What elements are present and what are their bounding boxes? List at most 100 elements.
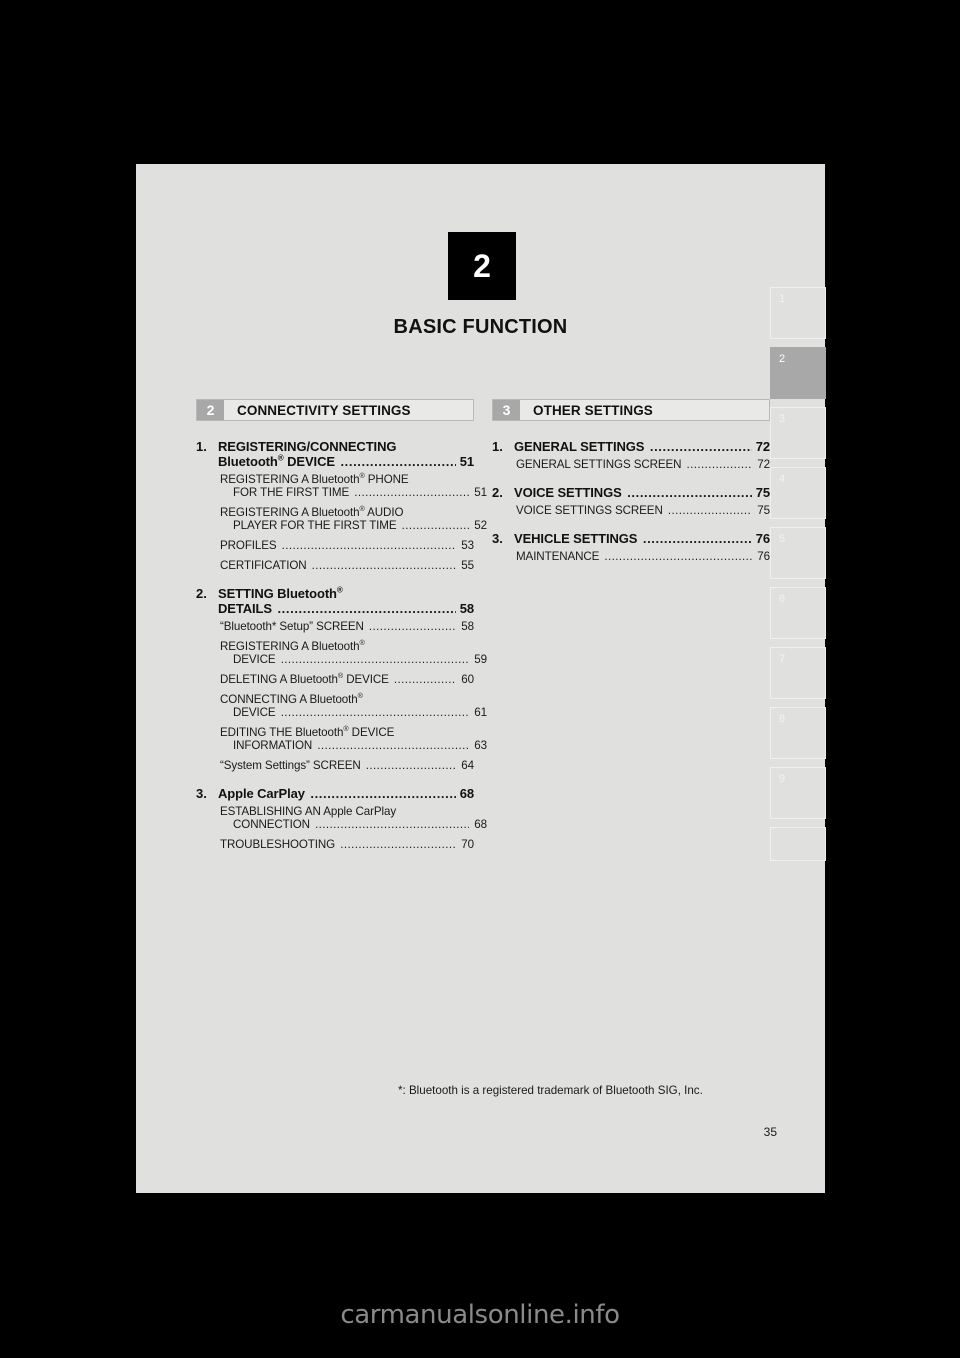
toc-section-number: 2 — [197, 400, 224, 420]
toc-leader-row: DEVICE .................................… — [220, 653, 487, 666]
toc-entry-index: 1. — [196, 439, 207, 454]
toc-entry-text-line: TROUBLESHOOTING — [220, 838, 339, 851]
toc-subentry[interactable]: MAINTENANCE ............................… — [516, 550, 770, 563]
toc-dot-leader: ........................................… — [317, 739, 469, 752]
toc-entry-index: 3. — [492, 531, 503, 546]
chapter-tab-strip: 1 2 3 4 5 6 7 8 9 — [770, 287, 826, 869]
toc-page-number: 58 — [461, 620, 474, 633]
toc-subentry[interactable]: REGISTERING A Bluetooth® PHONE FOR THE FI… — [220, 471, 487, 499]
chapter-tab-5[interactable]: 5 — [770, 527, 826, 579]
toc-entry-index: 1. — [492, 439, 503, 454]
toc-subentry[interactable]: EDITING THE Bluetooth® DEVICE INFORMATION… — [220, 724, 487, 752]
toc-subentry-group: MAINTENANCE ............................… — [492, 550, 770, 563]
toc-entry-text-line: REGISTERING A Bluetooth® PHONE — [220, 471, 409, 486]
toc-entry-text-line: “System Settings” SCREEN — [220, 759, 364, 772]
toc-column-left: 2 CONNECTIVITY SETTINGS 1. REGISTERING/CONN… — [196, 399, 487, 858]
toc-entry-index: 2. — [492, 485, 503, 500]
toc-dot-leader: ........................................… — [340, 838, 456, 851]
toc-leader-row: TROUBLESHOOTING ........................… — [220, 838, 474, 851]
toc-leader-row: VEHICLE SETTINGS .......................… — [514, 531, 770, 546]
toc-leader-row: Apple CarPlay ..........................… — [218, 786, 474, 801]
toc-subentry[interactable]: PROFILES ...............................… — [220, 539, 474, 552]
toc-entry-text-line: FOR THE FIRST TIME — [233, 486, 353, 499]
toc-leader-row: CERTIFICATION ..........................… — [220, 559, 474, 572]
toc-page-number: 70 — [461, 838, 474, 851]
toc-entry-text-line: VOICE SETTINGS SCREEN — [516, 504, 666, 517]
toc-page-number: 75 — [757, 504, 770, 517]
chapter-tab-8[interactable]: 8 — [770, 707, 826, 759]
toc-leader-row: FOR THE FIRST TIME .....................… — [220, 486, 487, 499]
toc-entry-text-line: DEVICE — [233, 706, 279, 719]
toc-subentry-group: REGISTERING A Bluetooth® PHONE FOR THE FI… — [196, 471, 487, 572]
toc-dot-leader: ........................................… — [280, 706, 469, 719]
toc-entry[interactable]: 2. VOICE SETTINGS .......................… — [492, 485, 770, 500]
toc-page-number: 63 — [474, 739, 487, 752]
toc-entry[interactable]: 3. VEHICLE SETTINGS .....................… — [492, 531, 770, 546]
toc-subentry[interactable]: CERTIFICATION ..........................… — [220, 559, 474, 572]
toc-entry-text-line: REGISTERING A Bluetooth® — [220, 638, 365, 653]
toc-entry-text-line: INFORMATION — [233, 739, 316, 752]
chapter-tab-9[interactable]: 9 — [770, 767, 826, 819]
toc-dot-leader: ........................................… — [365, 759, 456, 772]
toc-entry-text-line: GENERAL SETTINGS — [514, 439, 648, 454]
toc-entry-text-line: MAINTENANCE — [516, 550, 603, 563]
toc-entry-text-line: VOICE SETTINGS — [514, 485, 626, 500]
toc-leader-row: DEVICE .................................… — [220, 706, 487, 719]
toc-leader-row: PROFILES ...............................… — [220, 539, 474, 552]
toc-entry-index: 2. — [196, 586, 207, 601]
toc-leader-row: GENERAL SETTINGS SCREEN ................… — [516, 458, 770, 471]
toc-page-number: 72 — [755, 439, 770, 454]
toc-entry-text-line: REGISTERING/CONNECTING — [218, 439, 397, 454]
toc-page-number: 60 — [461, 673, 474, 686]
toc-page-number: 68 — [459, 786, 474, 801]
page-number: 35 — [763, 1125, 777, 1139]
toc-subentry[interactable]: “Bluetooth* Setup” SCREEN ..............… — [220, 620, 474, 633]
toc-entry-text-line: PROFILES — [220, 539, 280, 552]
toc-leader-row: VOICE SETTINGS SCREEN ..................… — [516, 504, 770, 517]
toc-section-header: 2 CONNECTIVITY SETTINGS — [196, 399, 474, 421]
toc-subentry-group: ESTABLISHING AN Apple CarPlay CONNECTION … — [196, 805, 487, 851]
chapter-number-badge: 2 — [448, 232, 516, 300]
toc-subentry[interactable]: “System Settings” SCREEN ...............… — [220, 759, 474, 772]
toc-entry-text-line: DEVICE — [233, 653, 279, 666]
chapter-tab-2[interactable]: 2 — [770, 347, 826, 399]
toc-dot-leader: ........................................… — [315, 818, 469, 831]
toc-dot-leader: ........................................… — [604, 550, 752, 563]
toc-page-number: 58 — [459, 601, 474, 616]
toc-subentry[interactable]: CONNECTING A Bluetooth® DEVICE ..........… — [220, 692, 487, 719]
toc-dot-leader: ........................................… — [280, 653, 469, 666]
toc-dot-leader: ........................................… — [627, 485, 752, 500]
toc-entry[interactable]: 3. Apple CarPlay ........................… — [196, 786, 474, 801]
toc-page-number: 68 — [474, 818, 487, 831]
toc-subentry[interactable]: ESTABLISHING AN Apple CarPlay CONNECTION … — [220, 805, 487, 831]
site-watermark: carmanualsonline.info — [340, 1300, 620, 1330]
toc-leader-row: “System Settings” SCREEN ...............… — [220, 759, 474, 772]
toc-leader-row: INFORMATION ............................… — [220, 739, 487, 752]
toc-subentry[interactable]: GENERAL SETTINGS SCREEN ................… — [516, 458, 770, 471]
toc-entry[interactable]: 1. GENERAL SETTINGS .....................… — [492, 439, 770, 454]
toc-subentry-group: VOICE SETTINGS SCREEN ..................… — [492, 504, 770, 517]
toc-page-number: 55 — [461, 559, 474, 572]
toc-entry-index: 3. — [196, 786, 207, 801]
toc-subentry[interactable]: VOICE SETTINGS SCREEN ..................… — [516, 504, 770, 517]
chapter-tab-7[interactable]: 7 — [770, 647, 826, 699]
toc-section-header: 3 OTHER SETTINGS — [492, 399, 770, 421]
toc-subentry[interactable]: DELETING A Bluetooth® DEVICE ...........… — [220, 672, 474, 686]
toc-entry[interactable]: 1. REGISTERING/CONNECTING Bluetooth® DEVIC… — [196, 439, 474, 469]
toc-dot-leader: ........................................… — [686, 458, 752, 471]
toc-entry-text-line: SETTING Bluetooth® — [218, 585, 343, 601]
chapter-tab-6[interactable]: 6 — [770, 587, 826, 639]
toc-dot-leader: ........................................… — [667, 504, 752, 517]
chapter-tab-3[interactable]: 3 — [770, 407, 826, 459]
chapter-tab-blank[interactable] — [770, 827, 826, 861]
toc-subentry[interactable]: REGISTERING A Bluetooth® DEVICE .........… — [220, 638, 487, 666]
toc-entry-text-line: EDITING THE Bluetooth® DEVICE — [220, 724, 395, 739]
toc-subentry[interactable]: REGISTERING A Bluetooth® AUDIO PLAYER FOR… — [220, 505, 487, 532]
toc-entry[interactable]: 2. SETTING Bluetooth® DETAILS ............… — [196, 586, 474, 616]
chapter-tab-4[interactable]: 4 — [770, 467, 826, 519]
toc-subentry[interactable]: TROUBLESHOOTING ........................… — [220, 838, 474, 851]
chapter-tab-1[interactable]: 1 — [770, 287, 826, 339]
toc-page-number: 53 — [461, 539, 474, 552]
toc-dot-leader: ........................................… — [368, 620, 456, 633]
toc-entry-text-line: VEHICLE SETTINGS — [514, 531, 641, 546]
